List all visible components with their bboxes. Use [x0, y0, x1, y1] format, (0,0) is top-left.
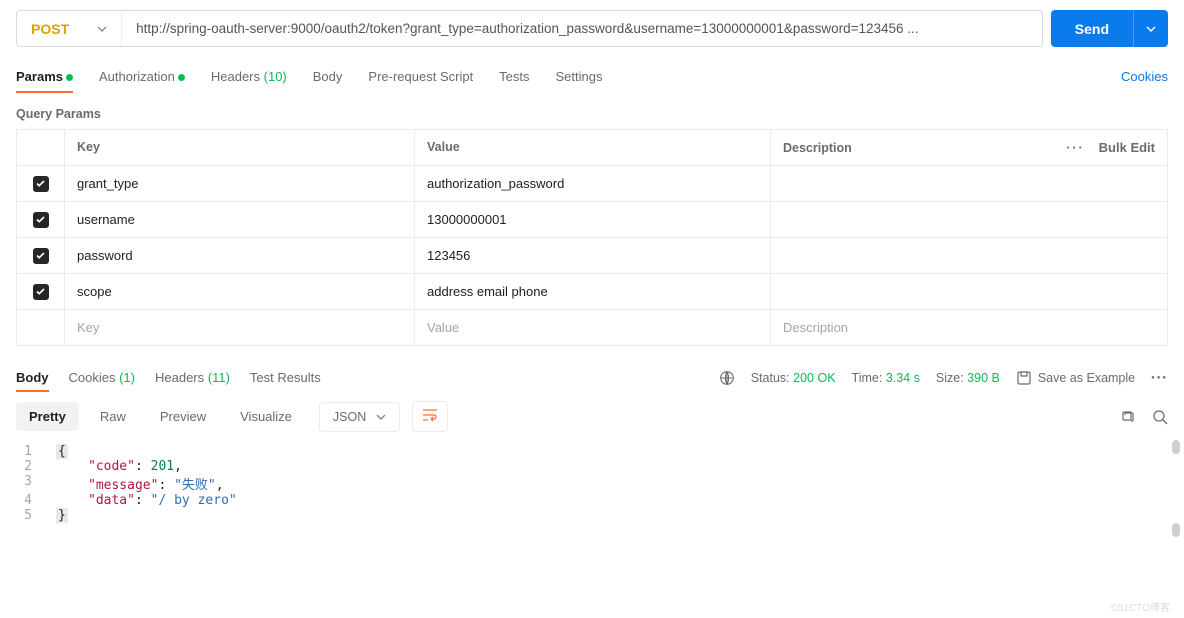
params-indicator — [66, 74, 73, 81]
wrap-icon — [422, 408, 438, 422]
row-checkbox[interactable] — [33, 284, 49, 300]
watermark: ©51CTO博客 — [1111, 599, 1170, 614]
param-value[interactable]: 123456 — [415, 238, 771, 273]
param-value-placeholder[interactable]: Value — [415, 310, 771, 345]
request-tabs: Params Authorization Headers (10) Body P… — [0, 57, 1184, 93]
view-pretty[interactable]: Pretty — [16, 402, 79, 431]
scrollbar[interactable] — [1172, 523, 1180, 537]
params-table: Key Value Description ··· Bulk Edit gran… — [16, 129, 1168, 346]
search-icon[interactable] — [1152, 409, 1168, 425]
tab-settings[interactable]: Settings — [556, 61, 603, 92]
bulk-edit-link[interactable]: Bulk Edit — [1099, 140, 1155, 155]
chevron-down-icon — [1146, 24, 1156, 34]
scrollbar[interactable] — [1172, 440, 1180, 454]
time-meta: Time: 3.34 s — [852, 371, 920, 385]
resp-tab-testresults[interactable]: Test Results — [250, 364, 321, 391]
param-value[interactable]: address email phone — [415, 274, 771, 309]
param-value[interactable]: authorization_password — [415, 166, 771, 201]
http-method-select[interactable]: POST — [17, 11, 122, 46]
tab-tests[interactable]: Tests — [499, 61, 529, 92]
row-checkbox[interactable] — [33, 176, 49, 192]
view-raw[interactable]: Raw — [87, 402, 139, 431]
param-desc-placeholder[interactable]: Description — [771, 310, 1167, 345]
more-icon[interactable]: ··· — [1066, 141, 1085, 155]
param-key[interactable]: password — [65, 238, 415, 273]
globe-icon[interactable] — [719, 370, 735, 386]
copy-icon[interactable] — [1120, 409, 1136, 425]
view-preview[interactable]: Preview — [147, 402, 219, 431]
save-icon — [1016, 370, 1032, 386]
tab-headers[interactable]: Headers (10) — [211, 61, 287, 92]
param-key[interactable]: scope — [65, 274, 415, 309]
send-button-group: Send — [1051, 10, 1168, 47]
table-row: password 123456 — [17, 238, 1167, 274]
status-meta: Status: 200 OK — [751, 371, 836, 385]
chevron-down-icon — [97, 24, 107, 34]
param-key[interactable]: username — [65, 202, 415, 237]
resp-tab-cookies[interactable]: Cookies (1) — [69, 364, 135, 391]
send-dropdown[interactable] — [1133, 10, 1168, 47]
resp-tab-headers[interactable]: Headers (11) — [155, 364, 230, 391]
tab-prerequest[interactable]: Pre-request Script — [368, 61, 473, 92]
table-row: username 13000000001 — [17, 202, 1167, 238]
url-input[interactable] — [122, 11, 1042, 46]
col-value: Value — [415, 130, 771, 165]
param-desc[interactable] — [771, 274, 1167, 309]
method-url-group: POST — [16, 10, 1043, 47]
param-desc[interactable] — [771, 238, 1167, 273]
send-button[interactable]: Send — [1051, 10, 1133, 47]
chevron-down-icon — [376, 412, 386, 422]
view-visualize[interactable]: Visualize — [227, 402, 305, 431]
cookies-link[interactable]: Cookies — [1121, 69, 1168, 84]
row-checkbox[interactable] — [33, 212, 49, 228]
save-as-example[interactable]: Save as Example — [1016, 370, 1135, 386]
table-row: scope address email phone — [17, 274, 1167, 310]
more-icon[interactable]: ●●● — [1151, 375, 1168, 381]
col-key: Key — [65, 130, 415, 165]
size-meta: Size: 390 B — [936, 371, 1000, 385]
response-body: 1{ 2"code": 201, 3"message": "失败", 4"dat… — [0, 438, 1184, 539]
wrap-lines-button[interactable] — [412, 401, 448, 432]
response-tabs: Body Cookies (1) Headers (11) Test Resul… — [0, 346, 1184, 391]
query-params-heading: Query Params — [0, 93, 1184, 129]
http-method-label: POST — [31, 21, 69, 37]
table-row: grant_type authorization_password — [17, 166, 1167, 202]
param-desc[interactable] — [771, 202, 1167, 237]
tab-body[interactable]: Body — [313, 61, 343, 92]
table-header-row: Key Value Description ··· Bulk Edit — [17, 130, 1167, 166]
table-row-new[interactable]: Key Value Description — [17, 310, 1167, 345]
param-key[interactable]: grant_type — [65, 166, 415, 201]
param-key-placeholder[interactable]: Key — [65, 310, 415, 345]
resp-tab-body[interactable]: Body — [16, 364, 49, 391]
param-value[interactable]: 13000000001 — [415, 202, 771, 237]
format-select[interactable]: JSON — [319, 402, 400, 432]
col-description: Description — [783, 141, 852, 155]
row-checkbox[interactable] — [33, 248, 49, 264]
param-desc[interactable] — [771, 166, 1167, 201]
tab-authorization[interactable]: Authorization — [99, 61, 185, 92]
auth-indicator — [178, 74, 185, 81]
tab-params[interactable]: Params — [16, 61, 73, 92]
view-toolbar: Pretty Raw Preview Visualize JSON — [0, 391, 1184, 438]
